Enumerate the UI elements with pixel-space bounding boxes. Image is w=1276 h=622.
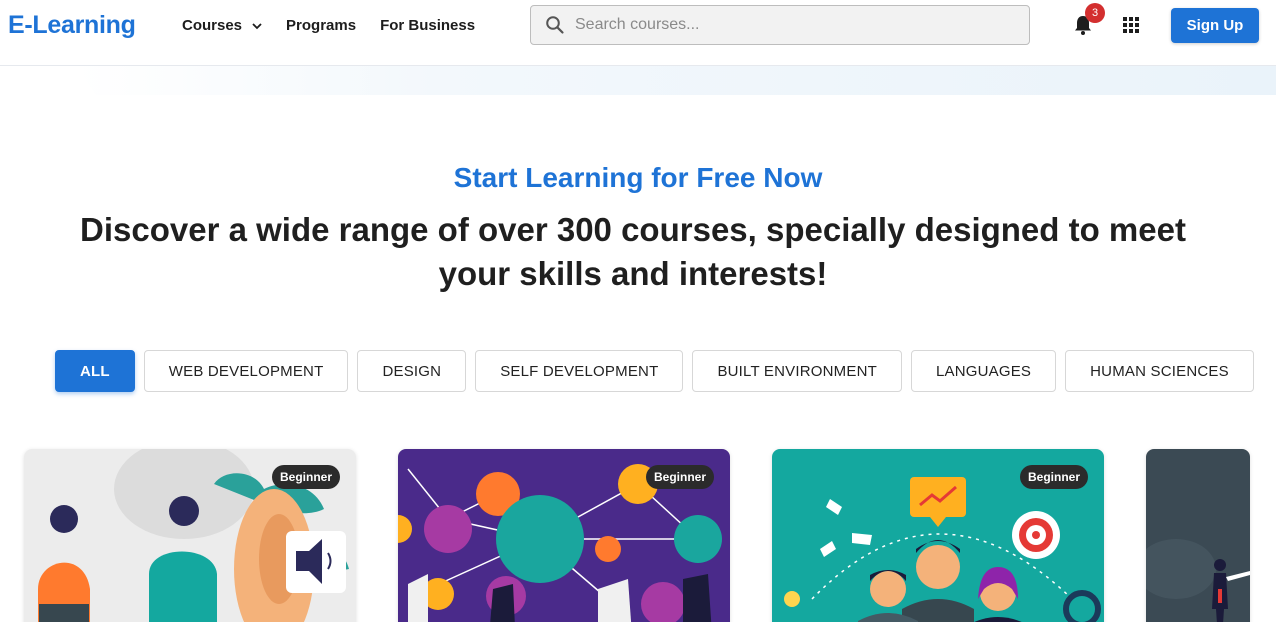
apps-grid-icon[interactable] xyxy=(1122,16,1140,34)
course-card[interactable]: Beginner xyxy=(772,449,1104,622)
course-card[interactable]: Beginner xyxy=(398,449,730,622)
nav-programs[interactable]: Programs xyxy=(286,17,356,34)
filter-built-environment[interactable]: BUILT ENVIRONMENT xyxy=(692,350,902,392)
search-icon xyxy=(546,16,564,34)
top-navbar: E-Learning Courses Programs For Business… xyxy=(0,0,1276,66)
filter-languages[interactable]: LANGUAGES xyxy=(910,350,1057,392)
filter-web-development[interactable]: WEB DEVELOPMENT xyxy=(143,350,349,392)
course-card[interactable] xyxy=(1146,449,1250,622)
hero-headline: Discover a wide range of over 300 course… xyxy=(80,211,1186,292)
nav-for-business[interactable]: For Business xyxy=(380,17,475,34)
filter-all[interactable]: ALL xyxy=(55,350,135,392)
course-thumbnail xyxy=(1146,449,1250,622)
level-badge: Beginner xyxy=(645,465,714,489)
notification-badge: 3 xyxy=(1085,3,1105,23)
nav-courses-label: Courses xyxy=(182,17,243,34)
filter-self-development[interactable]: SELF DEVELOPMENT xyxy=(475,350,684,392)
level-badge: Beginner xyxy=(271,465,340,489)
main-nav: Courses Programs For Business xyxy=(182,17,499,34)
nav-courses[interactable]: Courses xyxy=(182,17,262,34)
filter-design[interactable]: DESIGN xyxy=(357,350,467,392)
signup-button[interactable]: Sign Up xyxy=(1171,8,1259,43)
filter-human-sciences[interactable]: HUMAN SCIENCES xyxy=(1065,350,1254,392)
category-filters: ALL WEB DEVELOPMENT DESIGN SELF DEVELOPM… xyxy=(55,350,1263,392)
search-input[interactable] xyxy=(575,16,995,34)
hero-decoration xyxy=(76,66,1276,95)
course-card[interactable]: Beginner xyxy=(24,449,356,622)
chevron-down-icon xyxy=(252,22,262,29)
hero-subtitle: Start Learning for Free Now xyxy=(453,162,823,193)
search-box xyxy=(530,5,1030,45)
site-logo[interactable]: E-Learning xyxy=(8,11,136,40)
level-badge: Beginner xyxy=(1019,465,1088,489)
